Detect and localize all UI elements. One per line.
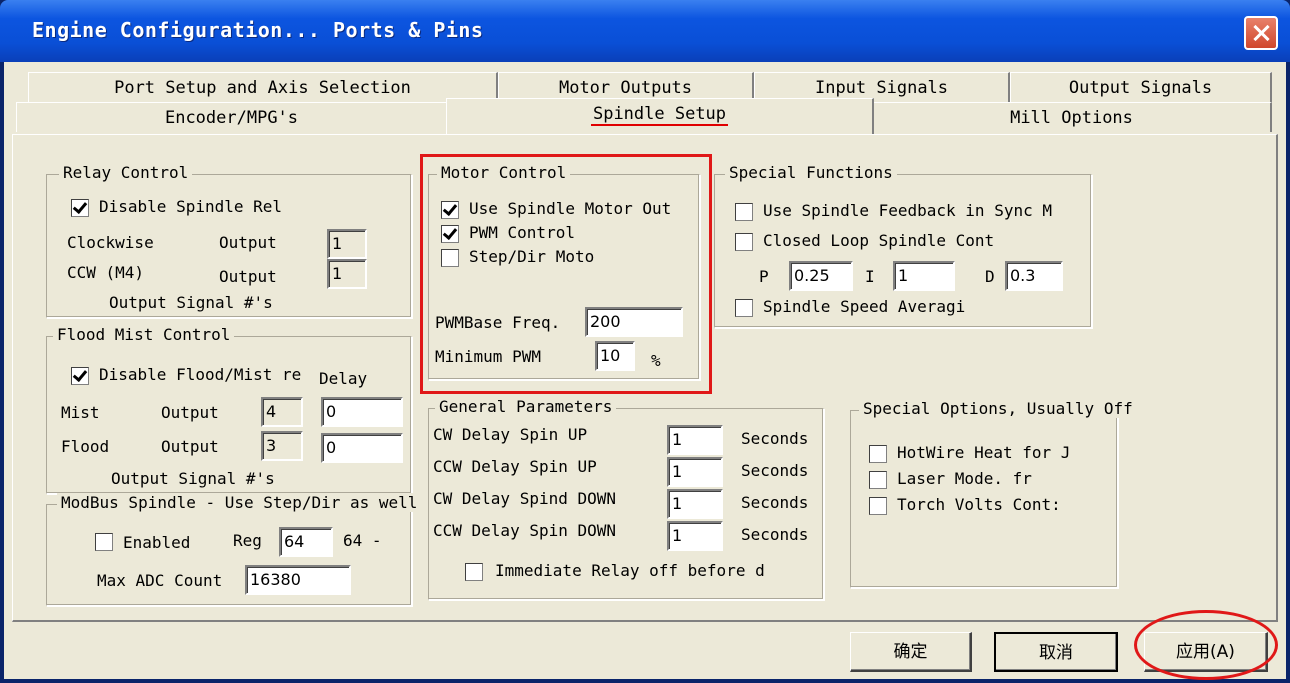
cw-output-field[interactable]: 1 xyxy=(327,229,367,259)
pwm-control-checkbox[interactable] xyxy=(441,225,459,243)
flood-label: Flood xyxy=(61,437,110,456)
use-spindle-motor-checkbox[interactable] xyxy=(441,201,459,219)
ccw-label: CCW (M4) xyxy=(67,263,145,282)
seconds-label: Seconds xyxy=(741,525,809,544)
ok-button[interactable]: 确定 xyxy=(850,632,972,672)
param-label: CCW Delay Spin UP xyxy=(433,457,597,476)
title-bar[interactable]: Engine Configuration... Ports & Pins xyxy=(0,0,1290,62)
group-title: Flood Mist Control xyxy=(53,325,235,344)
relay-control-group: Relay Control Disable Spindle Rel Clockw… xyxy=(46,163,412,318)
reg-label: Reg xyxy=(233,531,262,550)
p-label: P xyxy=(759,267,769,286)
minimum-pwm-field[interactable]: 10 xyxy=(595,341,635,371)
output-signal-footer: Output Signal #'s xyxy=(111,469,275,488)
tab-output-signals[interactable]: Output Signals xyxy=(1010,72,1272,102)
mist-output-field[interactable]: 4 xyxy=(261,397,303,427)
spindle-feedback-label: Use Spindle Feedback in Sync M xyxy=(763,201,1052,220)
param-label: CW Delay Spin UP xyxy=(433,425,588,444)
hotwire-label: HotWire Heat for J xyxy=(897,443,1071,462)
ccw-output-field[interactable]: 1 xyxy=(327,259,367,289)
disable-spindle-relay-checkbox[interactable] xyxy=(71,199,89,217)
modbus-enabled-label: Enabled xyxy=(123,533,191,552)
minimum-pwm-label: Minimum PWM xyxy=(435,347,541,366)
mist-delay-field[interactable]: 0 xyxy=(321,397,403,427)
apply-button[interactable]: 应用(A) xyxy=(1144,632,1268,672)
group-title: General Parameters xyxy=(435,397,617,416)
output-label: Output xyxy=(161,437,219,456)
clockwise-label: Clockwise xyxy=(67,233,154,252)
disable-flood-mist-label: Disable Flood/Mist re xyxy=(99,365,302,384)
laser-mode-checkbox[interactable] xyxy=(869,471,887,489)
immediate-relay-checkbox[interactable] xyxy=(465,563,483,581)
special-options-group: Special Options, Usually Off HotWire Hea… xyxy=(850,399,1137,588)
d-label: D xyxy=(985,267,995,286)
modbus-enabled-checkbox[interactable] xyxy=(95,533,113,551)
param-label: CW Delay Spind DOWN xyxy=(433,489,617,508)
percent-label: % xyxy=(651,351,661,370)
group-title: Relay Control xyxy=(59,163,193,182)
modbus-group: ModBus Spindle - Use Step/Dir as well En… xyxy=(46,493,422,606)
group-title: Special Options, Usually Off xyxy=(859,399,1137,418)
cancel-button[interactable]: 取消 xyxy=(994,632,1118,672)
disable-flood-mist-checkbox[interactable] xyxy=(71,367,89,385)
spindle-feedback-checkbox[interactable] xyxy=(735,203,753,221)
step-dir-motor-checkbox[interactable] xyxy=(441,249,459,267)
tab-port-setup[interactable]: Port Setup and Axis Selection xyxy=(28,72,498,102)
pwm-control-label: PWM Control xyxy=(469,223,575,242)
i-label: I xyxy=(865,267,875,286)
output-signal-footer: Output Signal #'s xyxy=(109,293,273,312)
cw-delay-down-field[interactable]: 1 xyxy=(667,489,723,519)
motor-control-group: Motor Control Use Spindle Motor Out PWM … xyxy=(428,163,700,380)
ccw-delay-up-field[interactable]: 1 xyxy=(667,457,723,487)
speed-averaging-label: Spindle Speed Averagi xyxy=(763,297,966,316)
cw-delay-up-field[interactable]: 1 xyxy=(667,425,723,455)
speed-averaging-checkbox[interactable] xyxy=(735,299,753,317)
tab-mill-options[interactable]: Mill Options xyxy=(872,102,1272,132)
disable-spindle-relay-label: Disable Spindle Rel xyxy=(99,197,283,216)
torch-volts-label: Torch Volts Cont: xyxy=(897,495,1061,514)
seconds-label: Seconds xyxy=(741,461,809,480)
group-title: Motor Control xyxy=(437,163,571,182)
window-title: Engine Configuration... Ports & Pins xyxy=(32,18,484,42)
ccw-delay-down-field[interactable]: 1 xyxy=(667,521,723,551)
output-label: Output xyxy=(219,267,277,286)
tab-spindle-setup[interactable]: Spindle Setup xyxy=(446,98,874,134)
max-adc-field[interactable]: 16380 xyxy=(245,565,351,595)
tab-encoder-mpg[interactable]: Encoder/MPG's xyxy=(16,102,448,132)
pwm-base-freq-label: PWMBase Freq. xyxy=(435,313,561,332)
group-title: ModBus Spindle - Use Step/Dir as well xyxy=(57,493,422,512)
closed-loop-checkbox[interactable] xyxy=(735,233,753,251)
i-field[interactable]: 1 xyxy=(893,261,955,291)
hotwire-checkbox[interactable] xyxy=(869,445,887,463)
dialog-client: Port Setup and Axis Selection Motor Outp… xyxy=(4,62,1286,680)
torch-volts-checkbox[interactable] xyxy=(869,497,887,515)
seconds-label: Seconds xyxy=(741,493,809,512)
dialog-window: Engine Configuration... Ports & Pins Por… xyxy=(0,0,1290,683)
mist-label: Mist xyxy=(61,403,100,422)
output-label: Output xyxy=(219,233,277,252)
general-parameters-group: General Parameters CW Delay Spin UP 1 Se… xyxy=(428,397,824,600)
closed-loop-label: Closed Loop Spindle Cont xyxy=(763,231,995,250)
max-adc-label: Max ADC Count xyxy=(97,571,223,590)
immediate-relay-label: Immediate Relay off before d xyxy=(495,561,765,580)
laser-mode-label: Laser Mode. fr xyxy=(897,469,1032,488)
reg-suffix: 64 - xyxy=(343,531,382,550)
step-dir-motor-label: Step/Dir Moto xyxy=(469,247,595,266)
p-field[interactable]: 0.25 xyxy=(789,261,853,291)
param-label: CCW Delay Spin DOWN xyxy=(433,521,617,540)
output-label: Output xyxy=(161,403,219,422)
reg-field[interactable]: 64 xyxy=(279,527,333,557)
use-spindle-motor-label: Use Spindle Motor Out xyxy=(469,199,672,218)
group-title: Special Functions xyxy=(725,163,897,182)
seconds-label: Seconds xyxy=(741,429,809,448)
pwm-base-freq-field[interactable]: 200 xyxy=(585,307,683,337)
delay-label: Delay xyxy=(319,369,368,388)
special-functions-group: Special Functions Use Spindle Feedback i… xyxy=(714,163,1092,328)
close-icon[interactable] xyxy=(1244,16,1278,50)
flood-delay-field[interactable]: 0 xyxy=(321,433,403,463)
flood-mist-group: Flood Mist Control Disable Flood/Mist re… xyxy=(46,325,412,494)
flood-output-field[interactable]: 3 xyxy=(261,431,303,461)
d-field[interactable]: 0.3 xyxy=(1005,261,1063,291)
